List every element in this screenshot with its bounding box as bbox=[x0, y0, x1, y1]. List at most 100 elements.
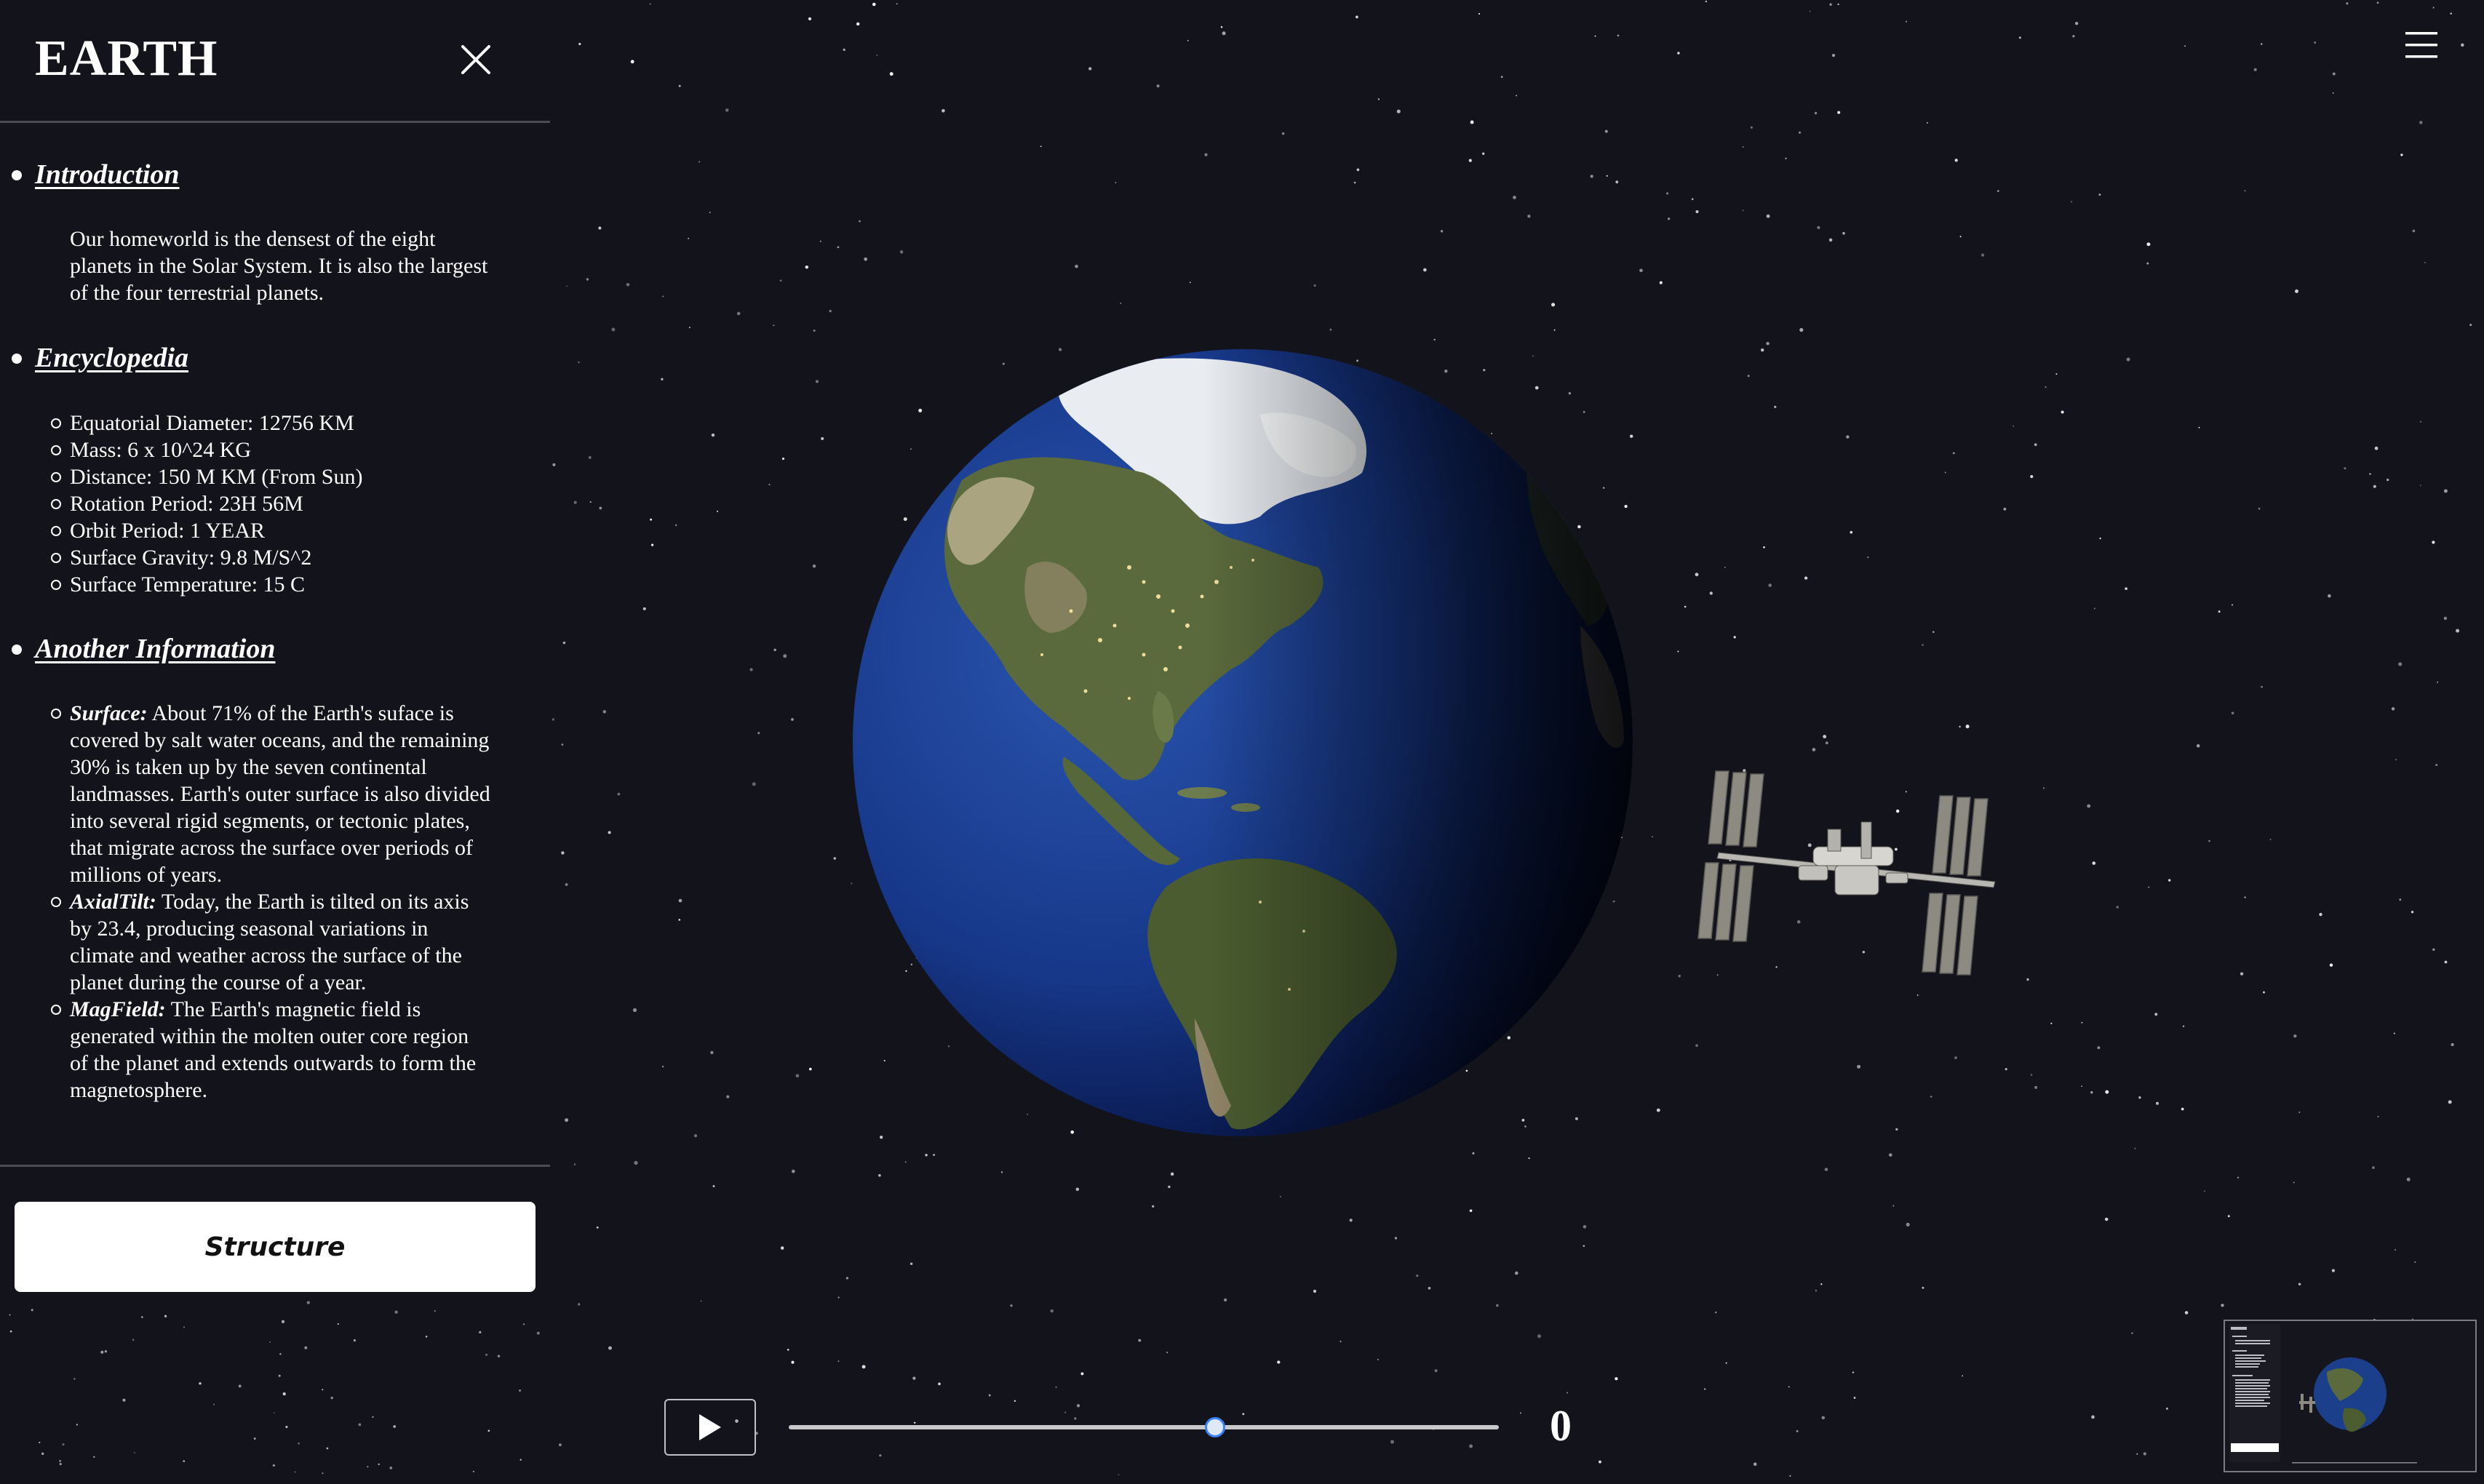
star bbox=[1763, 546, 1765, 548]
star bbox=[808, 1067, 812, 1071]
star bbox=[2435, 764, 2438, 767]
star bbox=[662, 295, 664, 298]
star bbox=[1076, 1404, 1080, 1408]
star bbox=[1788, 1386, 1790, 1388]
star bbox=[783, 654, 787, 658]
space-station-model[interactable] bbox=[1689, 757, 2010, 989]
timeline-slider[interactable] bbox=[789, 1414, 1499, 1440]
panel-title: EARTH bbox=[35, 31, 218, 87]
star bbox=[1356, 168, 1360, 172]
star bbox=[2469, 324, 2472, 327]
star bbox=[2269, 838, 2272, 840]
star bbox=[1590, 175, 1593, 178]
star bbox=[2026, 978, 2029, 981]
star bbox=[938, 1382, 941, 1386]
star bbox=[1733, 636, 1736, 639]
star bbox=[1815, 1290, 1818, 1292]
star bbox=[2184, 45, 2186, 47]
star bbox=[1583, 1245, 1585, 1247]
star bbox=[2034, 443, 2037, 447]
star bbox=[1667, 218, 1671, 220]
star bbox=[1799, 327, 1804, 332]
star bbox=[843, 48, 845, 52]
star bbox=[925, 1154, 928, 1157]
star bbox=[805, 265, 809, 269]
star bbox=[2419, 484, 2421, 487]
star bbox=[1820, 1283, 1823, 1285]
star bbox=[1812, 748, 1816, 751]
star bbox=[661, 378, 664, 380]
star bbox=[1666, 192, 1669, 195]
star bbox=[1932, 631, 1935, 634]
star bbox=[611, 327, 616, 332]
list-item: Rotation Period: 23H 56M bbox=[51, 490, 521, 517]
star bbox=[662, 1066, 664, 1068]
star bbox=[1500, 76, 1503, 78]
list-item: Surface Gravity: 9.8 M/S^2 bbox=[51, 544, 521, 571]
star bbox=[694, 1134, 697, 1138]
encyclopedia-list: Equatorial Diameter: 12756 KM Mass: 6 x … bbox=[51, 410, 521, 598]
star bbox=[795, 1074, 800, 1078]
star bbox=[1152, 1205, 1155, 1208]
star bbox=[1846, 435, 1850, 439]
star bbox=[2450, 12, 2452, 15]
star bbox=[1277, 1360, 1281, 1364]
star bbox=[2155, 1101, 2159, 1105]
star bbox=[1617, 34, 1620, 37]
star bbox=[688, 237, 690, 239]
star bbox=[942, 109, 945, 113]
star bbox=[2221, 1304, 2224, 1307]
star bbox=[1050, 1309, 1054, 1313]
star bbox=[1469, 1444, 1473, 1448]
star bbox=[2134, 1147, 2136, 1149]
earth-globe[interactable] bbox=[853, 349, 1633, 1136]
star bbox=[1695, 573, 1699, 577]
star bbox=[2097, 1046, 2101, 1050]
structure-button[interactable]: Structure bbox=[15, 1202, 536, 1292]
star bbox=[1766, 341, 1770, 346]
star bbox=[1809, 10, 1811, 12]
star bbox=[2414, 1261, 2416, 1263]
list-item: MagField: The Earth's magnetic field is … bbox=[51, 996, 492, 1104]
star bbox=[773, 648, 776, 652]
star bbox=[2451, 1042, 2454, 1047]
star bbox=[1842, 231, 1845, 235]
star bbox=[1000, 1171, 1003, 1173]
star bbox=[1829, 3, 1832, 6]
star bbox=[2087, 804, 2091, 808]
close-panel-button[interactable] bbox=[457, 41, 495, 79]
star bbox=[859, 220, 861, 223]
star bbox=[2387, 479, 2389, 482]
star bbox=[725, 108, 729, 112]
star bbox=[552, 718, 555, 721]
star bbox=[1888, 1153, 1892, 1157]
star bbox=[2398, 662, 2403, 666]
play-button[interactable] bbox=[664, 1399, 756, 1456]
star bbox=[2432, 540, 2435, 544]
star bbox=[912, 1376, 916, 1380]
section-bullet bbox=[12, 354, 22, 364]
star bbox=[2406, 1177, 2411, 1181]
star bbox=[700, 1300, 702, 1302]
star bbox=[608, 831, 611, 834]
menu-button[interactable] bbox=[2404, 28, 2439, 63]
star bbox=[2231, 604, 2234, 606]
star bbox=[578, 361, 580, 364]
star bbox=[2377, 1116, 2379, 1117]
star bbox=[1965, 725, 1970, 729]
star bbox=[2432, 948, 2435, 952]
star bbox=[2253, 68, 2257, 71]
star bbox=[864, 257, 868, 261]
star bbox=[2030, 1074, 2033, 1076]
star bbox=[780, 1246, 784, 1250]
star bbox=[2448, 1100, 2452, 1104]
star bbox=[650, 543, 654, 546]
star bbox=[566, 285, 568, 287]
star bbox=[1814, 111, 1818, 115]
slider-thumb[interactable] bbox=[1204, 1417, 1225, 1437]
star bbox=[904, 1161, 907, 1163]
star bbox=[1156, 84, 1160, 88]
star bbox=[2136, 1453, 2138, 1455]
star bbox=[552, 463, 556, 466]
minimap-preview[interactable] bbox=[2224, 1320, 2477, 1472]
